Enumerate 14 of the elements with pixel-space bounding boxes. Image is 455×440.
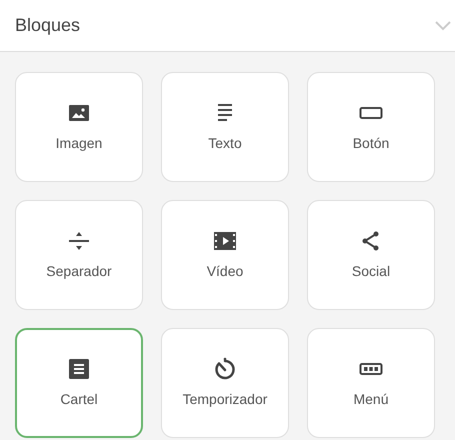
block-tile[interactable]: Menú bbox=[307, 328, 435, 438]
block-tile[interactable]: Botón bbox=[307, 72, 435, 182]
chevron-icon[interactable] bbox=[435, 20, 451, 30]
banner-icon bbox=[67, 356, 91, 380]
block-tile[interactable]: Vídeo bbox=[161, 200, 289, 310]
block-tile[interactable]: Temporizador bbox=[161, 328, 289, 438]
stopwatch-icon bbox=[213, 356, 237, 380]
block-tile[interactable]: Imagen bbox=[15, 72, 143, 182]
block-tile[interactable]: Cartel bbox=[15, 328, 143, 438]
block-tile[interactable]: Separador bbox=[15, 200, 143, 310]
block-tile[interactable]: Social bbox=[307, 200, 435, 310]
panel-header[interactable]: Bloques bbox=[0, 0, 455, 52]
panel-title: Bloques bbox=[15, 14, 80, 37]
block-tile[interactable]: Texto bbox=[161, 72, 289, 182]
